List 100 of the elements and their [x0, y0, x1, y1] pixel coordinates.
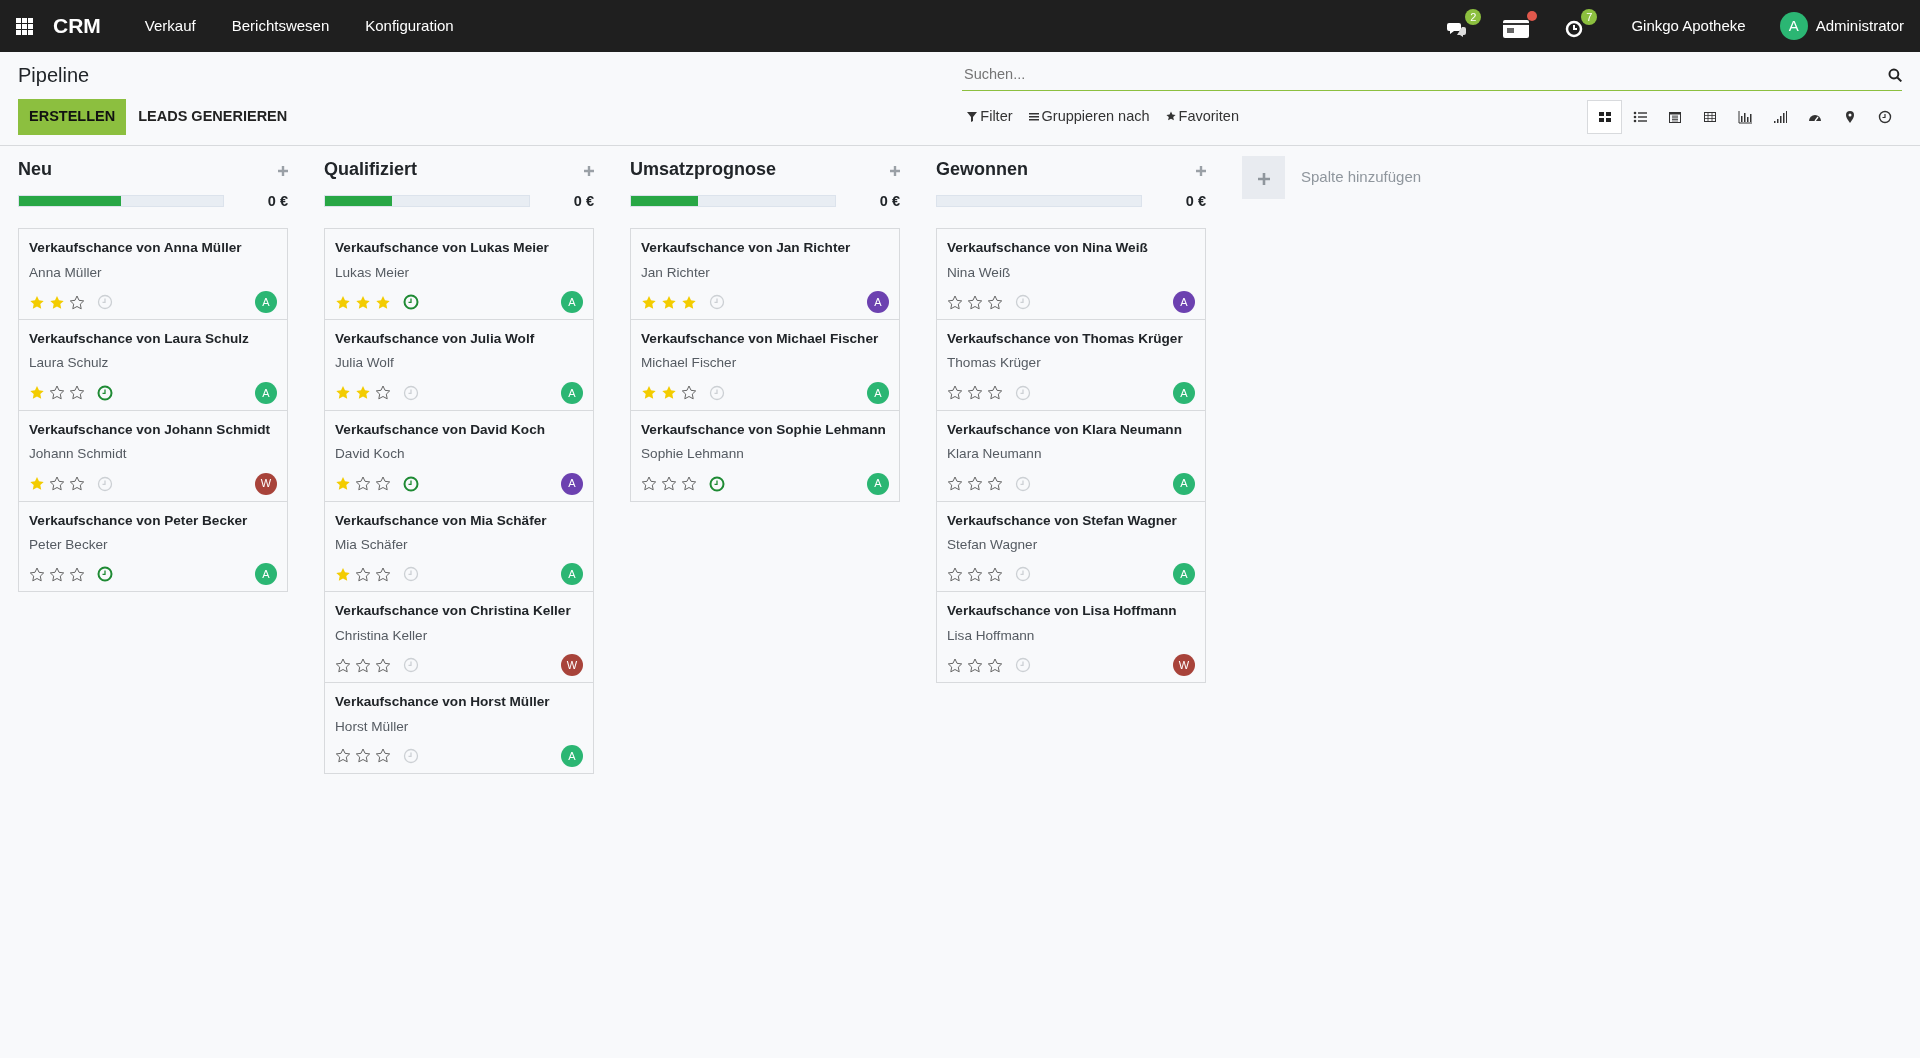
star-icon[interactable] — [69, 294, 85, 310]
filter-menu-button[interactable]: Filter — [959, 105, 1021, 128]
star-icon[interactable] — [967, 566, 983, 582]
star-icon[interactable] — [375, 385, 391, 401]
clock-icon[interactable] — [97, 566, 113, 583]
star-icon[interactable] — [947, 294, 963, 310]
opportunity-card[interactable]: Verkaufschance von Mia Schäfer Mia Schäfer A — [324, 501, 594, 593]
search-icon — [1888, 67, 1902, 82]
star-icon[interactable] — [681, 476, 697, 492]
opportunity-card[interactable]: Verkaufschance von Sophie Lehmann Sophie Lehmann A — [630, 410, 900, 502]
star-icon[interactable] — [641, 476, 657, 492]
star-icon[interactable] — [355, 294, 371, 310]
star-icon[interactable] — [69, 566, 85, 582]
star-icon[interactable] — [29, 476, 45, 492]
star-icon[interactable] — [335, 385, 351, 401]
star-icon[interactable] — [375, 748, 391, 764]
opportunity-card[interactable]: Verkaufschance von Anna Müller Anna Müller A — [18, 228, 288, 321]
opportunity-card[interactable]: Verkaufschance von Nina Weiß Nina Weiß A — [936, 228, 1206, 321]
star-icon[interactable] — [49, 294, 65, 310]
opportunity-card[interactable]: Verkaufschance von Horst Müller Horst Müller A — [324, 683, 594, 774]
opportunity-card[interactable]: Verkaufschance von Thomas Krüger Thomas Krüger A — [936, 320, 1206, 411]
star-icon[interactable] — [355, 657, 371, 673]
user-avatar: A — [867, 381, 889, 404]
user-avatar: A — [1779, 12, 1808, 40]
star-icon[interactable] — [335, 566, 351, 582]
star-icon[interactable] — [49, 566, 65, 582]
clock-icon[interactable] — [403, 294, 419, 311]
star-icon[interactable] — [987, 385, 1003, 401]
opportunity-card[interactable]: Verkaufschance von Stefan Wagner Stefan Wagner A — [936, 501, 1206, 593]
opportunity-card[interactable]: Verkaufschance von Laura Schulz Laura Schulz A — [18, 320, 288, 411]
star-icon[interactable] — [49, 385, 65, 401]
star-icon[interactable] — [29, 294, 45, 310]
menu-item[interactable]: Berichtswesen — [213, 14, 348, 38]
star-icon[interactable] — [29, 566, 45, 582]
calendar-icon — [1667, 109, 1682, 124]
star-icon[interactable] — [69, 476, 85, 492]
opportunity-card[interactable]: Verkaufschance von Jan Richter Jan Richter A — [630, 228, 900, 321]
star-icon[interactable] — [987, 294, 1003, 310]
star-icon[interactable] — [375, 294, 391, 310]
opportunity-card[interactable]: Verkaufschance von Lukas Meier Lukas Meier A — [324, 228, 594, 321]
star-icon[interactable] — [967, 294, 983, 310]
star-icon[interactable] — [335, 294, 351, 310]
star-icon[interactable] — [987, 476, 1003, 492]
opportunity-card[interactable]: Verkaufschance von Christina Keller Christina Keller W — [324, 592, 594, 684]
opportunity-card[interactable]: Verkaufschance von Johann Schmidt Johann Schmidt W — [18, 410, 288, 502]
clock-icon[interactable] — [403, 475, 419, 492]
star-icon[interactable] — [375, 476, 391, 492]
star-icon[interactable] — [661, 476, 677, 492]
opportunity-card[interactable]: Verkaufschance von Michael Fischer Michael Fischer A — [630, 320, 900, 411]
star-icon[interactable] — [947, 476, 963, 492]
star-icon[interactable] — [641, 294, 657, 310]
create-button[interactable]: ERSTELLEN — [18, 98, 127, 135]
star-icon[interactable] — [987, 566, 1003, 582]
contact-name: Jan Richter — [641, 263, 711, 282]
app-name[interactable]: CRM — [47, 9, 107, 43]
star-icon[interactable] — [375, 657, 391, 673]
card-title: Verkaufschance von Thomas Krüger — [947, 330, 1184, 349]
star-icon[interactable] — [987, 657, 1003, 673]
contact-name: Peter Becker — [29, 536, 109, 554]
star-icon[interactable] — [967, 385, 983, 401]
view-switch-button[interactable] — [1587, 99, 1622, 134]
star-icon[interactable] — [69, 385, 85, 401]
star-icon[interactable] — [355, 566, 371, 582]
star-icon[interactable] — [355, 385, 371, 401]
add-column-button[interactable] — [1242, 155, 1285, 199]
star-icon[interactable] — [681, 385, 697, 401]
opportunity-card[interactable]: Verkaufschance von Julia Wolf Julia Wolf A — [324, 320, 594, 411]
menu-item[interactable]: Konfiguration — [347, 14, 472, 38]
star-icon[interactable] — [947, 385, 963, 401]
user-name[interactable]: Administrator — [1815, 14, 1904, 38]
star-icon[interactable] — [967, 476, 983, 492]
star-icon[interactable] — [335, 476, 351, 492]
filter-menu-button[interactable]: Gruppieren nach — [1020, 105, 1158, 128]
opportunity-card[interactable]: Verkaufschance von Lisa Hoffmann Lisa Hoffmann W — [936, 592, 1206, 684]
star-icon[interactable] — [947, 566, 963, 582]
star-icon[interactable] — [355, 476, 371, 492]
star-icon[interactable] — [335, 657, 351, 673]
grid-icon — [16, 18, 33, 36]
generate-leads-button[interactable]: LEADS GENERIEREN — [126, 98, 300, 135]
opportunity-card[interactable]: Verkaufschance von Peter Becker Peter Becker A — [18, 501, 288, 593]
company-switcher[interactable]: Ginkgo Apotheke — [1613, 14, 1764, 38]
star-icon[interactable] — [29, 385, 45, 401]
star-icon[interactable] — [681, 294, 697, 310]
clock-icon[interactable] — [709, 475, 725, 492]
star-icon[interactable] — [661, 385, 677, 401]
search-field[interactable]: Suchen... — [962, 60, 1889, 90]
star-icon[interactable] — [355, 748, 371, 764]
clock-icon[interactable] — [97, 384, 113, 401]
contact-name: David Koch — [335, 445, 406, 464]
star-icon[interactable] — [661, 294, 677, 310]
star-icon[interactable] — [641, 385, 657, 401]
star-icon[interactable] — [335, 748, 351, 764]
filter-menu-button[interactable]: Favoriten — [1157, 105, 1247, 128]
star-icon[interactable] — [375, 566, 391, 582]
opportunity-card[interactable]: Verkaufschance von Klara Neumann Klara Neumann A — [936, 410, 1206, 502]
star-icon[interactable] — [49, 476, 65, 492]
star-icon[interactable] — [967, 657, 983, 673]
menu-item[interactable]: Verkauf — [126, 14, 214, 38]
star-icon[interactable] — [947, 657, 963, 673]
opportunity-card[interactable]: Verkaufschance von David Koch David Koch A — [324, 410, 594, 502]
